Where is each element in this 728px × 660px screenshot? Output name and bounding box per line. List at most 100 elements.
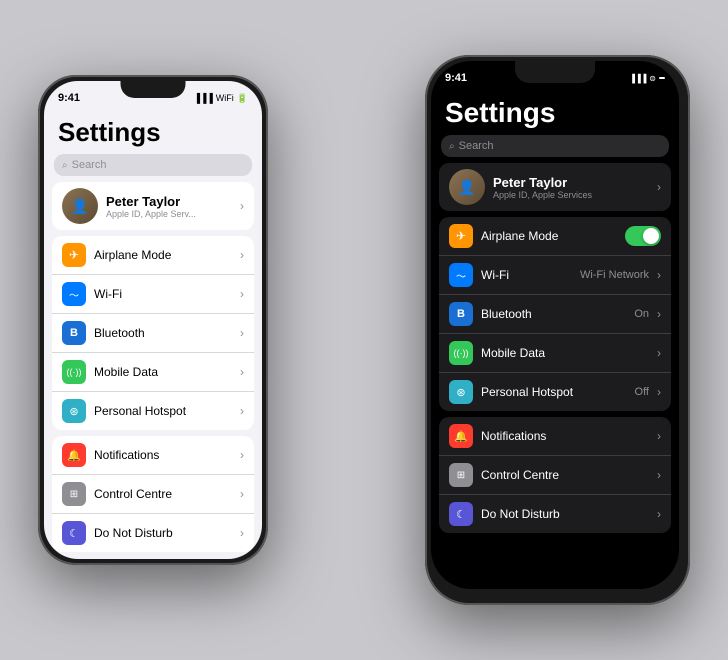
wifi-chevron-dark: › [657,268,661,282]
chevron-dark: › [657,180,661,194]
settings-title-light: Settings [44,109,262,152]
status-icons-light: ▐▐▐ WiFi 🔋 [194,93,248,104]
apple-id-text-light: Peter Taylor Apple ID, Apple Serv... [106,194,232,219]
wifi-label-light: Wi-Fi [94,287,232,301]
hotspot-chevron-light: › [240,404,244,418]
notifications-row-light[interactable]: 🔔 Notifications › [52,436,254,475]
controlcentre-chevron-light: › [240,487,244,501]
mobiledata-label-light: Mobile Data [94,365,232,379]
mobiledata-chevron-light: › [240,365,244,379]
apple-id-name-dark: Peter Taylor [493,175,649,190]
notifications-section-light: 🔔 Notifications › ⊞ Control Centre › ☾ D… [52,436,254,552]
dnd-chevron-dark: › [657,507,661,521]
notifications-label-dark: Notifications [481,429,649,443]
mobiledata-label-dark: Mobile Data [481,346,649,360]
controlcentre-label-dark: Control Centre [481,468,649,482]
chevron-light: › [240,199,244,213]
notifications-chevron-dark: › [657,429,661,443]
hotspot-label-dark: Personal Hotspot [481,385,627,399]
wifi-value-dark: Wi-Fi Network [580,269,649,281]
controlcentre-icon-dark: ⊞ [449,463,473,487]
bluetooth-label-dark: Bluetooth [481,307,626,321]
status-icons-dark: ▐▐▐ ⊜ [629,74,665,83]
dnd-row-dark[interactable]: ☾ Do Not Disturb › [439,495,671,533]
apple-id-sub-light: Apple ID, Apple Serv... [106,209,232,219]
settings-title-dark: Settings [431,89,679,133]
mobiledata-chevron-dark: › [657,346,661,360]
airplane-mode-row-light[interactable]: ✈ Airplane Mode › [52,236,254,275]
hotspot-row-dark[interactable]: ⊛ Personal Hotspot Off › [439,373,671,411]
search-bar-dark[interactable]: ⌕ Search [441,135,669,157]
bluetooth-row-light[interactable]: B Bluetooth › [52,314,254,353]
notifications-icon-dark: 🔔 [449,424,473,448]
search-bar-light[interactable]: ⌕ Search [54,154,252,176]
controlcentre-icon-light: ⊞ [62,482,86,506]
dnd-label-light: Do Not Disturb [94,526,232,540]
apple-id-name-light: Peter Taylor [106,194,232,209]
notifications-label-light: Notifications [94,448,232,462]
airplane-mode-row-dark[interactable]: ✈ Airplane Mode [439,217,671,256]
airplane-label-dark: Airplane Mode [481,229,617,243]
dnd-icon-dark: ☾ [449,502,473,526]
search-placeholder-light: Search [72,159,107,171]
notifications-row-dark[interactable]: 🔔 Notifications › [439,417,671,456]
controlcentre-row-dark[interactable]: ⊞ Control Centre › [439,456,671,495]
apple-id-row-dark[interactable]: 👤 Peter Taylor Apple ID, Apple Services … [439,163,671,211]
status-time-light: 9:41 [58,92,80,104]
bluetooth-value-dark: On [634,308,649,320]
hotspot-label-light: Personal Hotspot [94,404,232,418]
notch-dark [515,61,595,83]
wifi-icon-dark: 〜 [449,263,473,287]
controlcentre-row-light[interactable]: ⊞ Control Centre › [52,475,254,514]
notifications-icon-light: 🔔 [62,443,86,467]
airplane-icon-light: ✈ [62,243,86,267]
wifi-row-light[interactable]: 〜 Wi-Fi › [52,275,254,314]
mobiledata-icon-light: ((·)) [62,360,86,384]
mobiledata-row-dark[interactable]: ((·)) Mobile Data › [439,334,671,373]
apple-id-text-dark: Peter Taylor Apple ID, Apple Services [493,175,649,200]
notifications-chevron-light: › [240,448,244,462]
apple-id-row-light[interactable]: 👤 Peter Taylor Apple ID, Apple Serv... › [52,182,254,230]
search-icon-dark: ⌕ [449,141,455,152]
airplane-label-light: Airplane Mode [94,248,232,262]
scene: 9:41 ▐▐▐ WiFi 🔋 Settings ⌕ Search 👤 [0,0,728,660]
search-placeholder-dark: Search [459,140,494,152]
airplane-chevron-light: › [240,248,244,262]
airplane-toggle-dark[interactable] [625,226,661,246]
apple-id-sub-dark: Apple ID, Apple Services [493,190,649,200]
hotspot-chevron-dark: › [657,385,661,399]
wifi-label-dark: Wi-Fi [481,268,572,282]
hotspot-value-dark: Off [635,386,649,398]
bluetooth-chevron-light: › [240,326,244,340]
bluetooth-label-light: Bluetooth [94,326,232,340]
wifi-row-dark[interactable]: 〜 Wi-Fi Wi-Fi Network › [439,256,671,295]
mobiledata-icon-dark: ((·)) [449,341,473,365]
dnd-chevron-light: › [240,526,244,540]
bluetooth-chevron-dark: › [657,307,661,321]
dnd-row-light[interactable]: ☾ Do Not Disturb › [52,514,254,552]
hotspot-row-light[interactable]: ⊛ Personal Hotspot › [52,392,254,430]
status-time-dark: 9:41 [445,72,467,84]
bluetooth-icon-light: B [62,321,86,345]
dnd-label-dark: Do Not Disturb [481,507,649,521]
dnd-icon-light: ☾ [62,521,86,545]
notch-light [121,81,186,98]
wifi-chevron-light: › [240,287,244,301]
avatar-dark: 👤 [449,169,485,205]
phone-dark: 9:41 ▐▐▐ ⊜ Settings ⌕ Search 👤 [425,55,690,605]
bluetooth-icon-dark: B [449,302,473,326]
notifications-section-dark: 🔔 Notifications › ⊞ Control Centre › ☾ D… [439,417,671,533]
controlcentre-chevron-dark: › [657,468,661,482]
hotspot-icon-light: ⊛ [62,399,86,423]
wifi-icon-light: 〜 [62,282,86,306]
search-icon-light: ⌕ [62,160,68,171]
hotspot-icon-dark: ⊛ [449,380,473,404]
airplane-icon-dark: ✈ [449,224,473,248]
phone-light: 9:41 ▐▐▐ WiFi 🔋 Settings ⌕ Search 👤 [38,75,268,565]
controlcentre-label-light: Control Centre [94,487,232,501]
connectivity-section-light: ✈ Airplane Mode › 〜 Wi-Fi › B Bluetooth … [52,236,254,430]
bluetooth-row-dark[interactable]: B Bluetooth On › [439,295,671,334]
mobiledata-row-light[interactable]: ((·)) Mobile Data › [52,353,254,392]
connectivity-section-dark: ✈ Airplane Mode 〜 Wi-Fi Wi-Fi Network › … [439,217,671,411]
avatar-light: 👤 [62,188,98,224]
